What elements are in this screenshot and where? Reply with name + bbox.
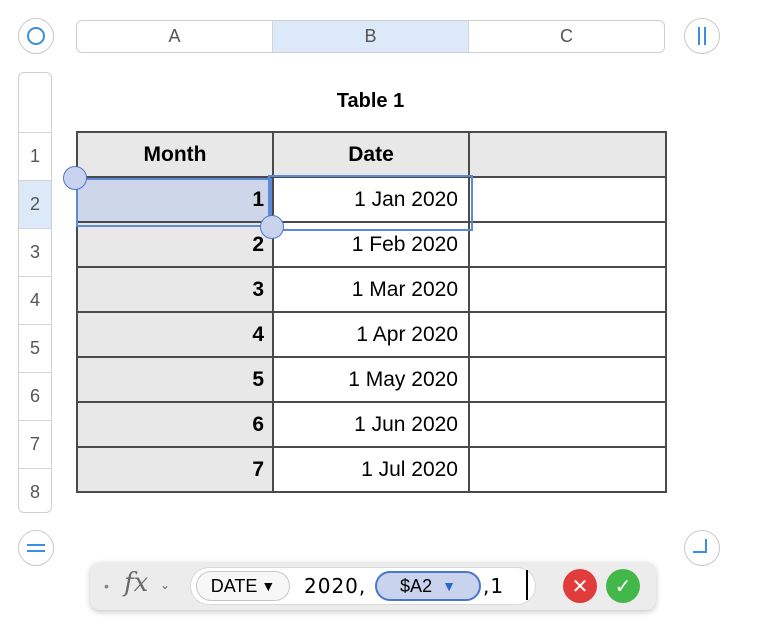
row-header-spacer	[19, 73, 51, 133]
cell-c5[interactable]	[468, 311, 667, 358]
cell-b6[interactable]: 1 May 2020	[272, 356, 470, 403]
selection-handle-bottom-right[interactable]	[260, 215, 284, 239]
row-header-3[interactable]: 3	[19, 229, 51, 277]
corner-resize-icon	[693, 539, 707, 553]
selection-handle-top-left[interactable]	[63, 166, 87, 190]
row-header-1[interactable]: 1	[19, 133, 51, 181]
cell-b7[interactable]: 1 Jun 2020	[272, 401, 470, 448]
cell-b4[interactable]: 1 Mar 2020	[272, 266, 470, 313]
row-header-7[interactable]: 7	[19, 421, 51, 469]
cell-a4[interactable]: 3	[76, 266, 274, 313]
header-cell-date[interactable]: Date	[272, 131, 470, 178]
text-caret	[526, 570, 528, 600]
column-resize-icon	[698, 27, 706, 45]
drag-handle-icon[interactable]: •	[104, 578, 109, 594]
table-row: 3 1 Mar 2020	[76, 266, 667, 313]
formula-argument-year: 2020,	[304, 574, 367, 598]
cancel-button[interactable]: ✕	[563, 569, 597, 603]
reference-token[interactable]: $A2 ▼	[375, 571, 481, 601]
cell-c6[interactable]	[468, 356, 667, 403]
row-header-4[interactable]: 4	[19, 277, 51, 325]
cell-a3[interactable]: 2	[76, 221, 274, 268]
cell-b8[interactable]: 1 Jul 2020	[272, 446, 470, 493]
table-row: 5 1 May 2020	[76, 356, 667, 403]
table-row: 6 1 Jun 2020	[76, 401, 667, 448]
function-name: DATE	[210, 575, 258, 596]
cell-c2[interactable]	[468, 176, 667, 223]
circle-icon	[27, 27, 45, 45]
column-header-b[interactable]: B	[273, 21, 469, 52]
column-header-a[interactable]: A	[77, 21, 273, 52]
header-cell-month[interactable]: Month	[76, 131, 274, 178]
accept-button[interactable]: ✓	[606, 569, 640, 603]
row-header-bar: 1 2 3 4 5 6 7 8	[18, 72, 52, 513]
editing-cell-outline	[268, 175, 473, 231]
header-row: Month Date	[76, 131, 667, 178]
table-title[interactable]: Table 1	[76, 90, 665, 113]
add-rows-handle[interactable]	[18, 530, 54, 566]
resize-table-handle[interactable]	[684, 530, 720, 566]
column-header-c[interactable]: C	[469, 21, 664, 52]
reference-selection-outline	[76, 178, 272, 227]
column-header-bar: A B C	[76, 20, 665, 53]
cell-a7[interactable]: 6	[76, 401, 274, 448]
cell-a8[interactable]: 7	[76, 446, 274, 493]
row-header-8[interactable]: 8	[19, 469, 51, 512]
row-header-2[interactable]: 2	[19, 181, 51, 229]
cell-c4[interactable]	[468, 266, 667, 313]
formula-argument-tail: ,1	[483, 574, 505, 598]
row-resize-icon	[27, 544, 45, 552]
header-cell-c[interactable]	[468, 131, 667, 178]
cell-c7[interactable]	[468, 401, 667, 448]
cell-b5[interactable]: 1 Apr 2020	[272, 311, 470, 358]
dropdown-arrow-icon: ▼	[261, 578, 276, 594]
cell-a6[interactable]: 5	[76, 356, 274, 403]
select-table-handle[interactable]	[18, 18, 54, 54]
close-icon: ✕	[571, 575, 589, 598]
add-columns-handle[interactable]	[684, 18, 720, 54]
cell-a5[interactable]: 4	[76, 311, 274, 358]
reference-dropdown-icon: ▼	[442, 578, 456, 594]
row-header-6[interactable]: 6	[19, 373, 51, 421]
reference-label: $A2	[400, 575, 433, 596]
function-icon[interactable]: fx	[124, 568, 148, 598]
row-header-5[interactable]: 5	[19, 325, 51, 373]
table-row: 7 1 Jul 2020	[76, 446, 667, 493]
cell-c3[interactable]	[468, 221, 667, 268]
function-token[interactable]: DATE ▼	[196, 571, 290, 601]
chevron-down-icon[interactable]: ⌄	[160, 578, 170, 592]
checkmark-icon: ✓	[614, 575, 632, 598]
table-row: 4 1 Apr 2020	[76, 311, 667, 358]
cell-c8[interactable]	[468, 446, 667, 493]
